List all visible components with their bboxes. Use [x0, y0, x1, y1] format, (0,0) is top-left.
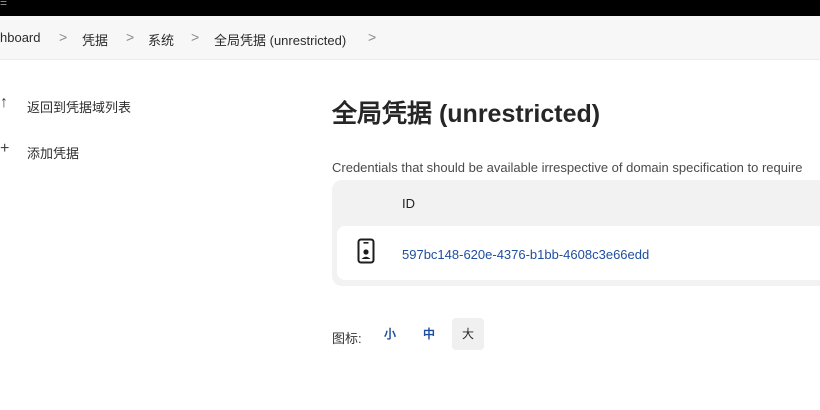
breadcrumb-credentials[interactable]: 凭据: [82, 30, 108, 49]
plus-icon: +: [0, 140, 10, 157]
breadcrumb-global-credentials[interactable]: 全局凭据 (unrestricted): [214, 30, 346, 49]
page-description: Credentials that should be available irr…: [332, 160, 803, 175]
icon-size-small-button[interactable]: 小: [374, 318, 406, 350]
menu-glyph: =: [0, 0, 8, 10]
chevron-right-icon[interactable]: >: [368, 29, 376, 45]
credential-id-link[interactable]: 597bc148-620e-4376-b1bb-4608c3e66edd: [402, 247, 649, 262]
icon-size-medium-button[interactable]: 中: [413, 318, 445, 350]
breadcrumb-system[interactable]: 系统: [148, 30, 174, 49]
sidebar-item-label: 返回到凭据域列表: [27, 100, 132, 115]
credentials-table: ID 597bc148-620e-4376-b1bb-4608c3e66edd: [332, 180, 820, 286]
top-bar: =: [0, 0, 820, 16]
table-row: 597bc148-620e-4376-b1bb-4608c3e66edd: [337, 226, 820, 280]
chevron-right-icon: >: [126, 29, 135, 45]
column-header-id: ID: [402, 196, 415, 211]
breadcrumb: hboard > 凭据 > 系统 > 全局凭据 (unrestricted) >: [0, 16, 820, 60]
sidebar-item-label: 添加凭据: [27, 146, 80, 161]
page-title: 全局凭据 (unrestricted): [332, 100, 601, 128]
chevron-right-icon: >: [59, 29, 68, 45]
arrow-up-icon: ↑: [0, 94, 8, 111]
phone-badge-icon: [357, 238, 375, 264]
chevron-right-icon: >: [191, 29, 200, 45]
icon-size-large-button[interactable]: 大: [452, 318, 484, 350]
breadcrumb-dashboard[interactable]: hboard: [0, 30, 40, 45]
icon-size-label: 图标:: [332, 331, 362, 346]
